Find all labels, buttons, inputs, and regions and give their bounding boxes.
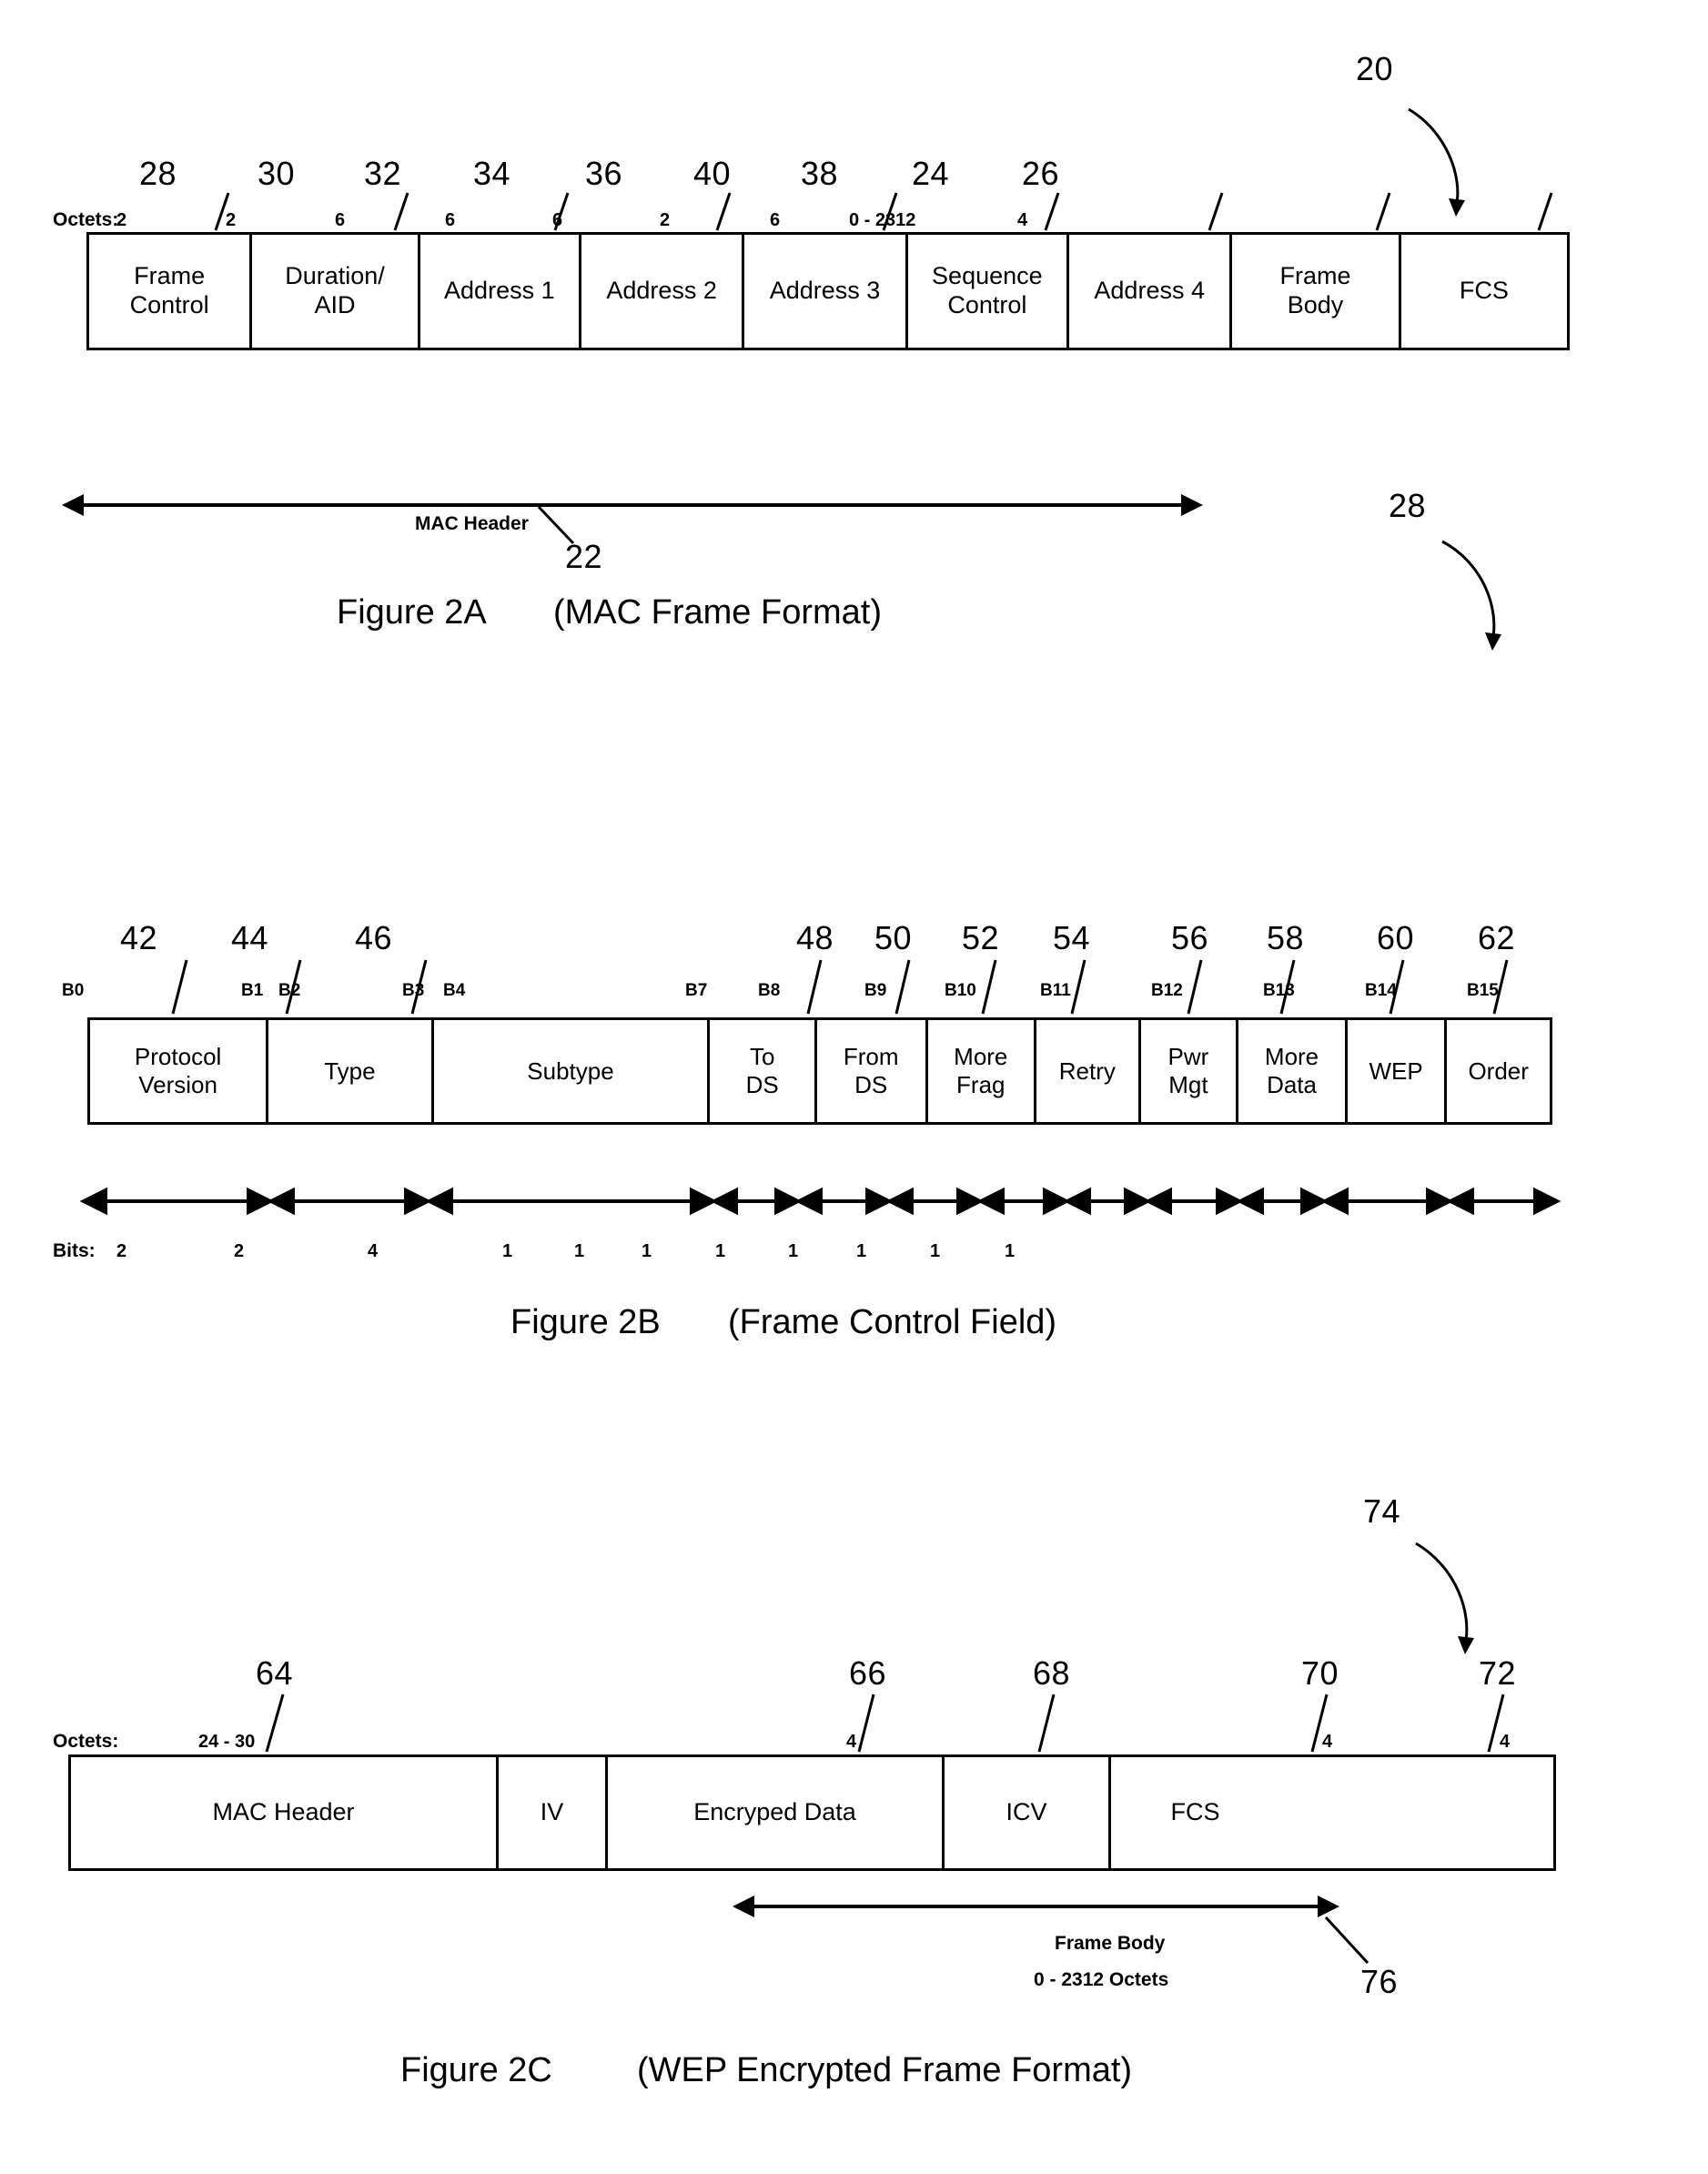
figure-2c-caption-title: (WEP Encrypted Frame Format) (637, 2051, 1133, 2089)
cell-mac-header-2c: MAC Header (71, 1757, 499, 1868)
cell-icv: ICV (945, 1757, 1111, 1868)
frame-body-span-label-line2: 0 - 2312 Octets (1034, 1969, 1169, 1990)
cell-icv-line1: ICV (1006, 1798, 1047, 1826)
cell-fcs-2c: FCS (1111, 1757, 1279, 1868)
size-fcs-2c: 4 (1500, 1732, 1511, 1752)
frame-body-span-label-line1: Frame Body (1055, 1933, 1166, 1954)
size-iv: 4 (846, 1732, 857, 1752)
frame-body-span-arrow (733, 1896, 1339, 1917)
ref-76: 76 (1360, 1963, 1399, 2000)
cell-fcs-2c-line1: FCS (1170, 1798, 1220, 1826)
cell-mac-header-2c-line1: MAC Header (212, 1798, 355, 1826)
cell-iv-line1: IV (540, 1798, 564, 1826)
size-icv: 4 (1322, 1732, 1333, 1752)
cell-encryped-data-line1: Encryped Data (693, 1798, 856, 1826)
wep-frame-row: MAC Header IV Encryped Data ICV FCS (68, 1754, 1556, 1871)
figure-2c-unit-label: Octets: (53, 1731, 119, 1752)
cell-encryped-data: Encryped Data (608, 1757, 945, 1868)
cell-iv: IV (499, 1757, 608, 1868)
size-mac-header-2c: 24 - 30 (198, 1732, 256, 1752)
figure-2c-caption-label: Figure 2C (400, 2051, 552, 2089)
figure-2c: 74 64 66 68 70 72 Octets: 24 - 30 4 4 4 … (0, 0, 1708, 2174)
figure-2c-leaders (265, 1694, 1505, 1753)
